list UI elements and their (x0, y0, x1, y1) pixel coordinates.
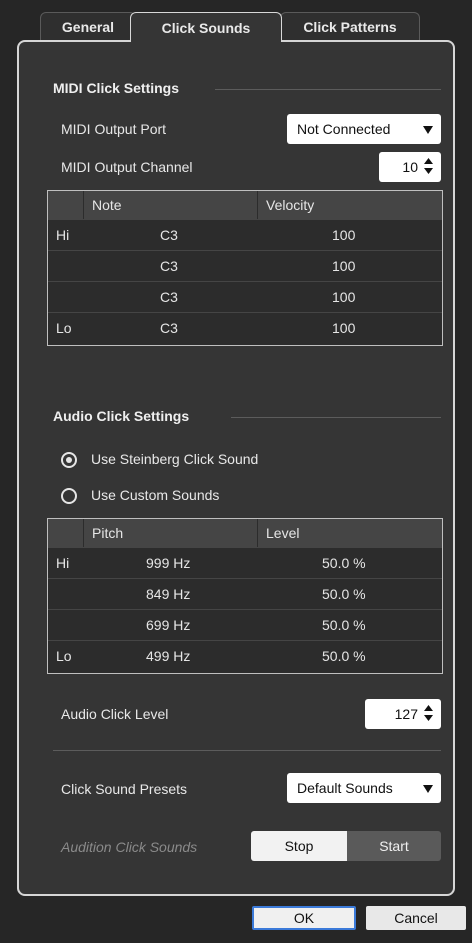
row-label: Lo (56, 320, 72, 336)
chevron-down-icon (423, 780, 433, 796)
row-note[interactable]: C3 (84, 313, 258, 343)
table-row[interactable]: Hi C3 100 (48, 219, 442, 250)
row-velocity[interactable]: 100 (258, 282, 442, 312)
table-header-note: Note (84, 191, 258, 219)
table-row[interactable]: 699 Hz 50.0 % (48, 609, 442, 640)
table-header-pitch: Pitch (84, 519, 258, 547)
audio-click-level-label: Audio Click Level (61, 706, 169, 722)
tab-general[interactable]: General (40, 12, 136, 40)
table-row[interactable]: Hi 999 Hz 50.0 % (48, 547, 442, 578)
row-label: Hi (56, 555, 70, 571)
row-velocity[interactable]: 100 (258, 313, 442, 343)
table-row[interactable]: Lo 499 Hz 50.0 % (48, 640, 442, 671)
click-sounds-panel: MIDI Click Settings MIDI Output Port Not… (17, 40, 455, 896)
row-label (48, 579, 84, 609)
midi-output-channel-value: 10 (402, 159, 418, 175)
audio-section-title: Audio Click Settings (53, 408, 190, 424)
row-pitch[interactable]: 849 Hz (84, 579, 258, 609)
stepper-arrows-icon (424, 157, 433, 177)
audio-click-table: Pitch Level Hi 999 Hz 50.0 % 849 Hz 50.0… (47, 518, 443, 674)
click-sound-presets-label: Click Sound Presets (61, 781, 188, 797)
presets-divider (53, 750, 441, 751)
tab-click-patterns-label: Click Patterns (303, 18, 397, 35)
midi-output-port-label: MIDI Output Port (61, 121, 167, 137)
start-button[interactable]: Start (347, 831, 441, 861)
audio-click-level-value: 127 (394, 706, 418, 722)
tab-click-sounds-label: Click Sounds (161, 19, 251, 36)
radio-steinberg-label[interactable]: Use Steinberg Click Sound (91, 451, 258, 467)
row-velocity[interactable]: 100 (258, 220, 442, 250)
midi-output-channel-label: MIDI Output Channel (61, 159, 193, 175)
row-label (48, 282, 84, 312)
row-velocity[interactable]: 100 (258, 251, 442, 281)
row-label (48, 251, 84, 281)
radio-steinberg-click[interactable] (61, 452, 77, 468)
tab-general-label: General (61, 18, 115, 35)
row-note[interactable]: C3 (84, 220, 258, 250)
click-sound-presets-value: Default Sounds (297, 780, 393, 796)
table-header-level: Level (266, 525, 300, 541)
row-note[interactable]: C3 (84, 282, 258, 312)
midi-section-divider (215, 89, 441, 90)
table-header-velocity: Velocity (266, 197, 315, 213)
row-pitch[interactable]: 999 Hz (84, 548, 258, 578)
table-row[interactable]: Lo C3 100 (48, 312, 442, 343)
row-pitch[interactable]: 499 Hz (84, 641, 258, 671)
midi-click-table: Note Velocity Hi C3 100 C3 100 C3 100 Lo… (47, 190, 443, 346)
midi-section-title: MIDI Click Settings (53, 80, 180, 96)
table-row[interactable]: C3 100 (48, 281, 442, 312)
row-label: Hi (56, 227, 70, 243)
radio-custom-sounds[interactable] (61, 488, 77, 504)
ok-button[interactable]: OK (252, 906, 356, 930)
midi-output-port-value: Not Connected (297, 121, 391, 137)
row-level[interactable]: 50.0 % (258, 641, 442, 671)
radio-custom-label[interactable]: Use Custom Sounds (91, 487, 219, 503)
row-note[interactable]: C3 (84, 251, 258, 281)
table-header: Pitch Level (48, 519, 442, 547)
table-header-cell (48, 519, 84, 547)
audio-section-divider (231, 417, 441, 418)
audio-click-level-stepper[interactable]: 127 (365, 699, 441, 729)
stepper-arrows-icon (424, 704, 433, 724)
cancel-button[interactable]: Cancel (366, 906, 466, 930)
click-sound-presets-dropdown[interactable]: Default Sounds (287, 773, 441, 803)
row-level[interactable]: 50.0 % (258, 579, 442, 609)
tab-click-patterns[interactable]: Click Patterns (280, 12, 420, 40)
midi-output-port-dropdown[interactable]: Not Connected (287, 114, 441, 144)
row-pitch[interactable]: 699 Hz (84, 610, 258, 640)
table-header: Note Velocity (48, 191, 442, 219)
table-header-cell (48, 191, 84, 219)
row-level[interactable]: 50.0 % (258, 548, 442, 578)
row-label: Lo (56, 648, 72, 664)
row-level[interactable]: 50.0 % (258, 610, 442, 640)
tab-click-sounds[interactable]: Click Sounds (130, 12, 282, 42)
chevron-down-icon (423, 121, 433, 137)
table-row[interactable]: 849 Hz 50.0 % (48, 578, 442, 609)
midi-output-channel-stepper[interactable]: 10 (379, 152, 441, 182)
row-label (48, 610, 84, 640)
audition-click-sounds-label: Audition Click Sounds (61, 839, 198, 855)
table-row[interactable]: C3 100 (48, 250, 442, 281)
stop-button[interactable]: Stop (251, 831, 347, 861)
